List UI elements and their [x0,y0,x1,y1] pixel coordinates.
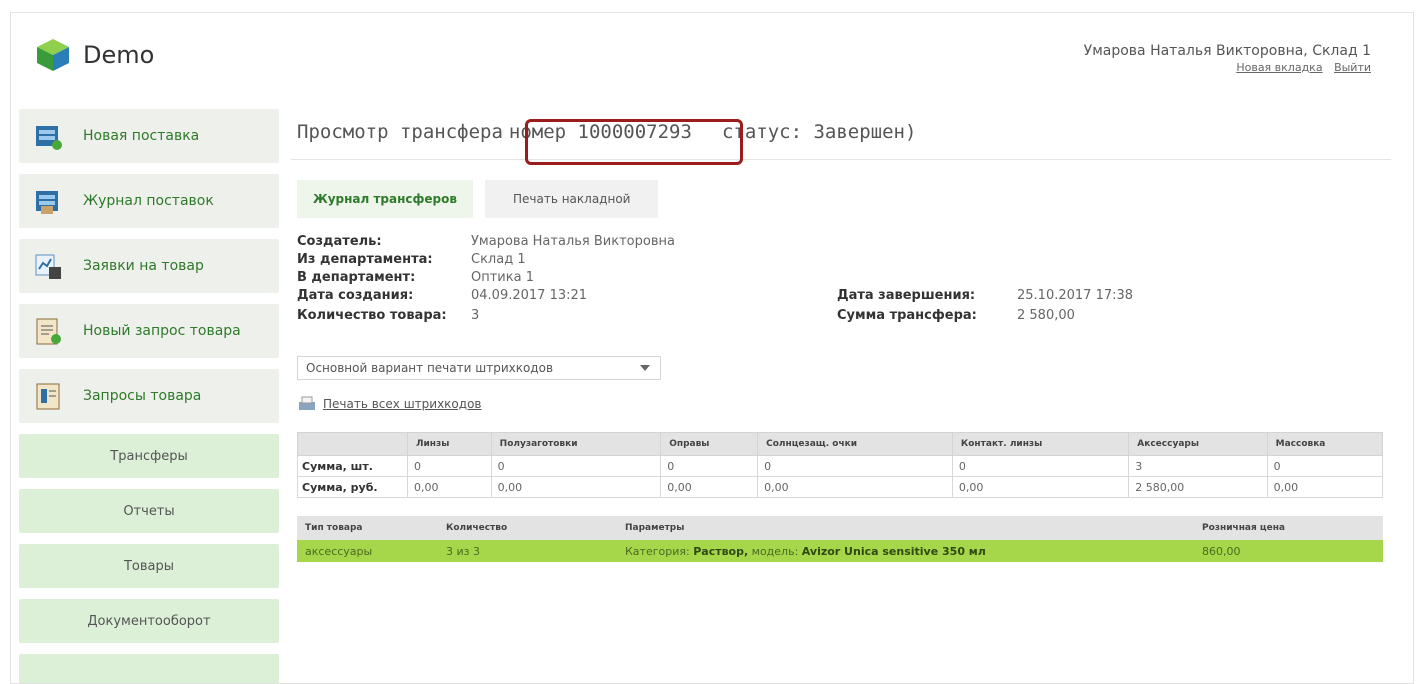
tab-print-invoice[interactable]: Печать накладной [484,180,659,218]
sidebar-item-transfers[interactable]: Трансферы [19,434,279,478]
app-logo[interactable]: Demo [33,37,154,73]
summary-header-row: Линзы Полузаготовки Оправы Солнцезащ. оч… [297,432,1384,456]
new-tab-link[interactable]: Новая вкладка [1236,61,1322,74]
sidebar-item-product-orders[interactable]: Заявки на товар [19,239,279,293]
sidebar-item-new-request[interactable]: Новый запрос товара [19,304,279,358]
tab-transfer-journal[interactable]: Журнал трансферов [297,180,473,218]
transfer-info: Создатель: Умарова Наталья Викторовна Из… [297,234,1134,323]
print-all-barcodes-link[interactable]: Печать всех штрихкодов [297,396,1391,412]
created-value: 04.09.2017 13:21 [471,288,588,303]
sidebar: Новая поставка Журнал поставок Заявки на… [19,109,279,683]
table-row: Сумма, руб. 0,00 0,00 0,00 0,00 0,00 2 5… [297,476,1384,498]
table-row[interactable]: аксессуары 3 из 3 Категория: Раствор, мо… [297,540,1383,562]
sidebar-item-reports[interactable]: Отчеты [19,489,279,533]
to-value: Оптика 1 [471,270,534,285]
items-header-row: Тип товара Количество Параметры Рознична… [297,516,1383,540]
user-name: Умарова Наталья Викторовна, Склад 1 [1083,43,1371,59]
chart-request-icon [33,251,63,281]
app-name: Demo [83,41,155,69]
truck-journal-icon [33,186,63,216]
requests-doc-icon [33,381,63,411]
printer-icon [297,396,317,412]
item-price: 860,00 [1194,540,1383,562]
table-row: Сумма, шт. 0 0 0 0 0 3 0 [297,455,1384,477]
sidebar-item-requests[interactable]: Запросы товара [19,369,279,423]
sidebar-item-products[interactable]: Товары [19,544,279,588]
tab-bar: Журнал трансферов Печать накладной [297,180,1391,218]
highlight-annotation [525,119,743,165]
app-window: Demo Умарова Наталья Викторовна, Склад 1… [10,12,1414,684]
item-type: аксессуары [297,540,438,562]
summary-table: Линзы Полузаготовки Оправы Солнцезащ. оч… [297,432,1384,498]
sidebar-item-delivery-journal[interactable]: Журнал поставок [19,174,279,228]
truck-box-icon [33,121,63,151]
clipboard-add-icon [33,316,63,346]
completed-value: 25.10.2017 17:38 [1017,288,1134,303]
from-value: Склад 1 [471,252,526,267]
item-params: Категория: Раствор, модель: Avizor Unica… [617,540,1194,562]
sidebar-item-more[interactable] [19,654,279,683]
title-divider [291,159,1391,160]
barcode-print-select[interactable]: Основной вариант печати штрихкодов [297,356,661,380]
sum-value: 2 580,00 [1017,308,1075,323]
creator-value: Умарова Наталья Викторовна [471,234,675,249]
cube-logo-icon [33,37,73,73]
page-title: Просмотр трансфера номер 1000007293 статус… [297,121,917,143]
chevron-down-icon [640,365,650,371]
sidebar-item-new-delivery[interactable]: Новая поставка [19,109,279,163]
items-table: Тип товара Количество Параметры Рознична… [297,516,1383,562]
qty-value: 3 [471,308,480,323]
user-block: Умарова Наталья Викторовна, Склад 1 Нова… [1084,43,1371,74]
item-qty: 3 из 3 [438,540,617,562]
main-content: Просмотр трансфера номер 1000007293 статус… [291,109,1391,562]
logout-link[interactable]: Выйти [1334,61,1371,74]
sidebar-item-documents[interactable]: Документооборот [19,599,279,643]
